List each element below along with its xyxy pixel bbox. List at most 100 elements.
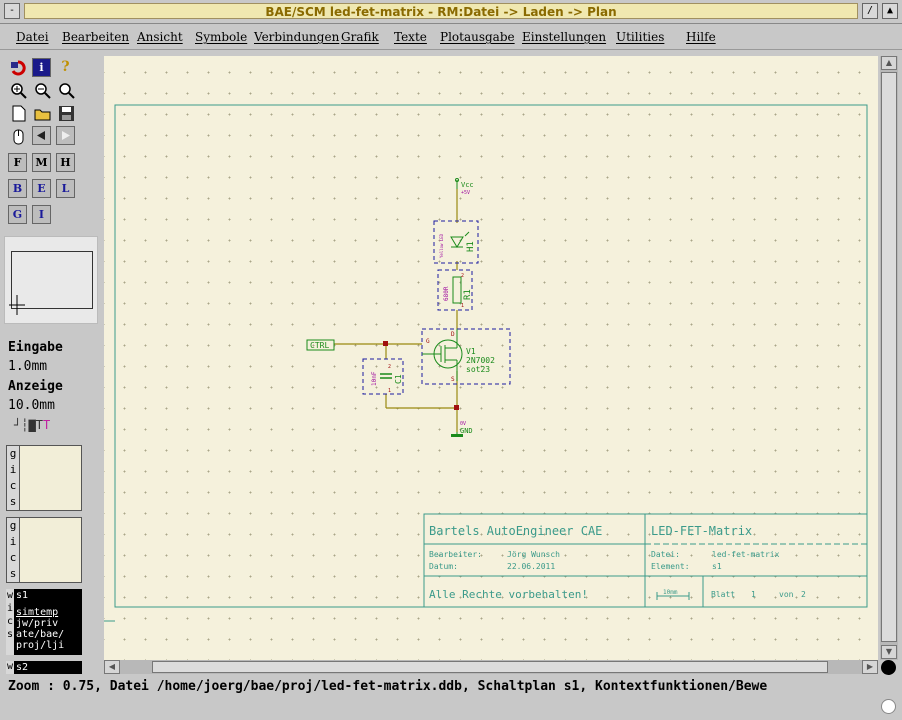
title-bar: - BAE/SCM led-fet-matrix - RM:Datei -> L…: [0, 0, 902, 24]
svg-text:Vcc: Vcc: [461, 181, 474, 189]
anzeige-label: Anzeige: [8, 379, 63, 394]
tool-f-button[interactable]: F: [8, 153, 27, 172]
gnd-symbol: 0V GND: [451, 421, 473, 437]
back-icon[interactable]: [32, 126, 51, 145]
zoom-out-icon[interactable]: [32, 80, 51, 99]
menu-verbindungen[interactable]: Verbindungen: [254, 30, 339, 44]
eingabe-label: Eingabe: [8, 340, 63, 355]
menu-plotausgabe[interactable]: Plotausgabe: [440, 30, 515, 44]
vertical-scroll-thumb[interactable]: [881, 72, 897, 642]
info-icon[interactable]: i: [32, 58, 51, 77]
help-icon[interactable]: ?: [56, 58, 75, 77]
menu-texte[interactable]: Texte: [394, 30, 427, 44]
menu-bar: Datei Bearbeiten Ansicht Symbole Verbind…: [0, 26, 902, 50]
tool-g-button[interactable]: G: [8, 205, 27, 224]
anzeige-value: 10.0mm: [8, 398, 55, 413]
tool-b-button[interactable]: B: [8, 179, 27, 198]
svg-text:Bartels AutoEngineer CAE: Bartels AutoEngineer CAE: [429, 524, 602, 538]
zoom-window-icon[interactable]: [56, 80, 75, 99]
tool-i-button[interactable]: I: [32, 205, 51, 224]
window-list-1-letters: wics: [6, 589, 14, 655]
new-file-icon[interactable]: [8, 103, 27, 122]
tool-l-button[interactable]: L: [56, 179, 75, 198]
svg-text:1: 1: [751, 590, 756, 599]
svg-text:C1: C1: [394, 374, 403, 384]
maximize-button[interactable]: ▲: [882, 3, 898, 19]
schematic-drawing: Vcc +5V H1 Yellow LED R1 680R 1 2 G D S …: [104, 104, 868, 622]
mode-icons: ┘┆▇TT: [14, 418, 50, 432]
menu-ansicht[interactable]: Ansicht: [137, 30, 183, 44]
svg-text:2N7002: 2N7002: [466, 356, 495, 365]
layer-panel-1[interactable]: gics: [6, 445, 82, 511]
window-list-1[interactable]: wics s1 simtemp jw/priv ate/bae/ proj/lj…: [6, 589, 82, 655]
window-list-2-letter: w: [6, 661, 14, 674]
svg-text:+5V: +5V: [461, 190, 470, 196]
junction: [454, 405, 459, 410]
svg-text:2: 2: [801, 590, 806, 599]
layer-panel-1-letters: gics: [7, 446, 20, 510]
svg-text:LED-FET-Matrix: LED-FET-Matrix: [651, 524, 752, 538]
open-folder-icon[interactable]: [32, 103, 51, 122]
horizontal-scrollbar[interactable]: ◀ ▶: [104, 660, 878, 674]
svg-text:1: 1: [461, 303, 464, 309]
text-mode-icon[interactable]: T: [36, 418, 43, 432]
scroll-right-icon[interactable]: ▶: [862, 660, 878, 674]
menu-datei[interactable]: Datei: [16, 30, 49, 44]
menu-bearbeiten[interactable]: Bearbeiten: [62, 30, 129, 44]
status-indicator-2-icon: [881, 699, 896, 714]
menu-symbole[interactable]: Symbole: [195, 30, 247, 44]
scroll-left-icon[interactable]: ◀: [104, 660, 120, 674]
tool-e-button[interactable]: E: [32, 179, 51, 198]
svg-text:680R: 680R: [443, 286, 450, 301]
menu-utilities[interactable]: Utilities: [616, 30, 664, 44]
window-menu-button[interactable]: -: [4, 3, 20, 19]
svg-text:GND: GND: [460, 427, 473, 435]
menu-einstellungen[interactable]: Einstellungen: [522, 30, 606, 44]
mouse-icon[interactable]: [8, 126, 27, 145]
vertical-scrollbar[interactable]: ▲ ▼: [880, 56, 898, 660]
window-list-1-item[interactable]: simtemp: [16, 607, 58, 618]
text-mode-alt-icon[interactable]: T: [43, 418, 50, 432]
layer-panel-2[interactable]: gics: [6, 517, 82, 583]
window-list-1-item[interactable]: proj/lji: [16, 640, 64, 651]
schematic-canvas[interactable]: Vcc +5V H1 Yellow LED R1 680R 1 2 G D S …: [104, 56, 878, 660]
save-icon[interactable]: [56, 103, 75, 122]
forward-icon[interactable]: [56, 126, 75, 145]
junction: [383, 341, 388, 346]
svg-text:R1: R1: [463, 289, 473, 300]
svg-text:led-fet-matrix: led-fet-matrix: [712, 550, 780, 559]
svg-text:Element:: Element:: [651, 562, 690, 571]
menu-grafik[interactable]: Grafik: [341, 30, 379, 44]
window-list-1-item[interactable]: jw/priv: [16, 618, 58, 629]
window-list-2[interactable]: w s2: [6, 661, 82, 674]
minimize-button[interactable]: /: [862, 3, 878, 19]
net-label-ctrl: CTRL: [306, 339, 335, 351]
fill-mode-icon[interactable]: ▇: [28, 418, 35, 432]
overview-panel[interactable]: [4, 236, 98, 324]
svg-text:Jörg Wunsch: Jörg Wunsch: [507, 550, 560, 559]
svg-text:V1: V1: [466, 347, 476, 356]
title-block-text: Bartels AutoEngineer CAE LED-FET-Matrix …: [429, 524, 806, 601]
svg-text:G: G: [426, 338, 430, 345]
eingabe-value: 1.0mm: [8, 359, 48, 374]
svg-text:Alle Rechte vorbehalten!: Alle Rechte vorbehalten!: [429, 588, 588, 601]
status-bar: Zoom : 0.75, Datei /home/joerg/bae/proj/…: [0, 677, 882, 697]
horizontal-scroll-thumb[interactable]: [152, 661, 828, 673]
svg-text:D: D: [451, 331, 455, 338]
scroll-down-icon[interactable]: ▼: [881, 645, 897, 659]
scroll-up-icon[interactable]: ▲: [881, 56, 897, 70]
menu-hilfe[interactable]: Hilfe: [686, 30, 716, 44]
zoom-in-icon[interactable]: [8, 80, 27, 99]
svg-text:Yellow LED: Yellow LED: [439, 233, 444, 258]
svg-text:10nF: 10nF: [371, 371, 378, 386]
tool-m-button[interactable]: M: [32, 153, 51, 172]
window-list-1-item[interactable]: ate/bae/: [16, 629, 64, 640]
svg-text:s1: s1: [712, 562, 722, 571]
svg-text:10mm: 10mm: [663, 589, 678, 596]
window-title: BAE/SCM led-fet-matrix - RM:Datei -> Lad…: [24, 3, 858, 19]
svg-text:von: von: [779, 590, 794, 599]
crosshair-icon: [9, 295, 25, 315]
layer-panel-2-letters: gics: [7, 518, 20, 582]
undo-icon[interactable]: [8, 58, 27, 77]
tool-h-button[interactable]: H: [56, 153, 75, 172]
